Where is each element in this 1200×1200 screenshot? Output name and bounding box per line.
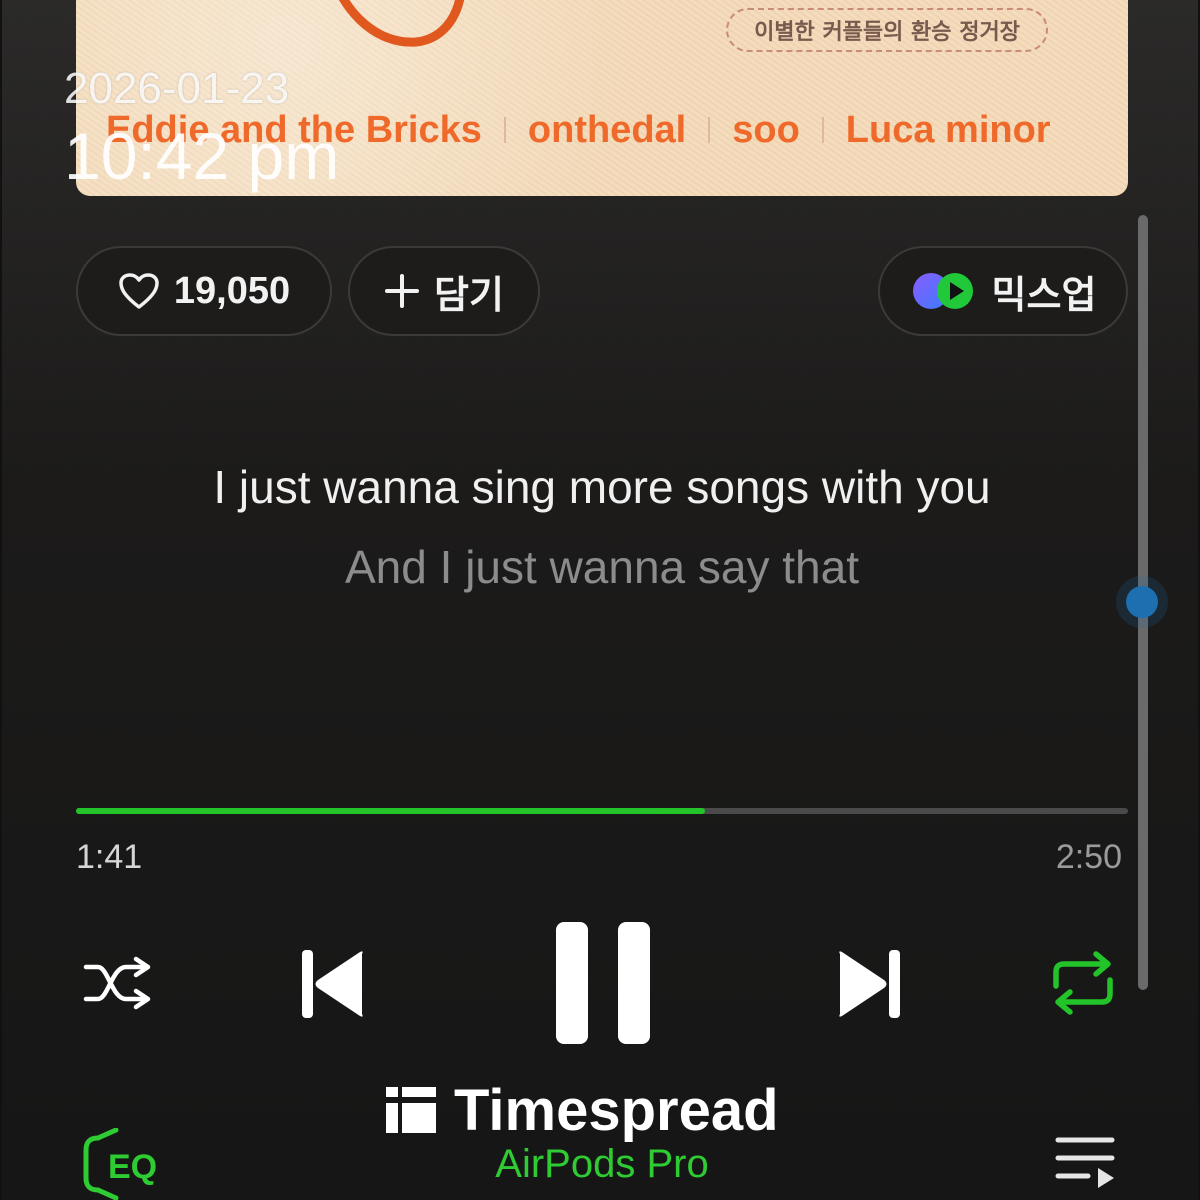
heart-icon	[119, 273, 159, 309]
playback-progress-bar[interactable]	[76, 808, 1128, 814]
artist-name: onthedal	[527, 108, 687, 151]
like-count: 19,050	[173, 269, 291, 312]
mixup-button[interactable]: 믹스업	[878, 246, 1128, 336]
total-time: 2:50	[1055, 838, 1122, 876]
plus-icon	[385, 274, 420, 308]
playlist-icon[interactable]	[1054, 1134, 1118, 1194]
timespread-logo-icon	[386, 1087, 436, 1133]
shuffle-icon[interactable]	[82, 955, 154, 1011]
watermark: Timespread	[386, 1078, 779, 1143]
output-device-label[interactable]: AirPods Pro	[2, 1142, 1200, 1187]
like-button[interactable]: 19,050	[76, 246, 332, 336]
watermark-text: Timespread	[454, 1077, 779, 1143]
date-overlay: 2026-01-23	[64, 64, 290, 113]
time-overlay: 10:42 pm	[64, 119, 340, 193]
artist-separator	[503, 117, 506, 143]
artist-separator	[708, 117, 711, 143]
playback-progress-fill	[76, 808, 706, 814]
album-art-badge: 이별한 커플들의 환승 정거장	[726, 8, 1048, 52]
artist-name: Luca minor	[845, 108, 1051, 151]
lyric-current-line[interactable]: I just wanna sing more songs with you	[2, 460, 1200, 514]
next-icon[interactable]	[836, 948, 902, 1020]
rope-illustration	[339, 0, 465, 47]
add-label: 담기	[434, 274, 504, 317]
elapsed-time: 1:41	[76, 838, 143, 876]
lyric-next-line[interactable]: And I just wanna say that	[2, 540, 1200, 594]
mixup-icon	[912, 273, 973, 309]
artist-separator	[821, 117, 824, 143]
player-screen: 이별한 커플들의 환승 정거장 Eddie and the Bricks ont…	[0, 0, 1200, 1200]
lyrics-scroll-thumb[interactable]	[1126, 586, 1158, 618]
pause-icon[interactable]	[554, 920, 652, 1046]
mixup-label: 믹스업	[991, 274, 1097, 317]
add-to-playlist-button[interactable]: 담기	[348, 246, 540, 336]
previous-icon[interactable]	[300, 948, 366, 1020]
repeat-icon[interactable]	[1048, 950, 1118, 1016]
artist-name: soo	[732, 108, 800, 151]
